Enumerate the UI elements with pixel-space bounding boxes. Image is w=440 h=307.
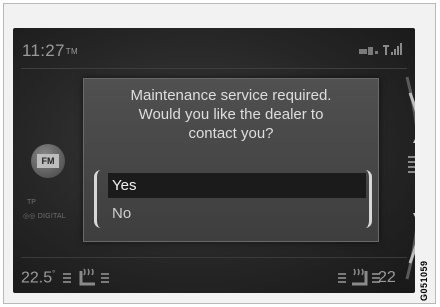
left-temp-value: 22.5	[21, 269, 53, 287]
maintenance-dialog: Maintenance service required. Would you …	[83, 78, 379, 242]
dialog-message-line-1: Maintenance service required.	[130, 87, 332, 104]
menu-icon[interactable]	[408, 156, 415, 176]
clock-display: 11:27TM	[22, 41, 78, 61]
right-temp-value: 22	[378, 269, 396, 286]
digital-label: DIGITAL	[37, 213, 66, 220]
status-divider	[21, 68, 407, 69]
radio-source-icon[interactable]: FM	[31, 144, 65, 178]
scroll-arc-indicator	[405, 76, 415, 280]
option-yes[interactable]: Yes	[108, 173, 366, 198]
climate-divider	[21, 257, 407, 258]
right-seat-heat-icon[interactable]	[338, 268, 382, 288]
clock-time: 11:27	[22, 41, 65, 60]
left-seat-heat-icon[interactable]	[61, 268, 111, 288]
right-temperature[interactable]: 22	[378, 269, 396, 287]
tp-indicator: TP	[27, 199, 36, 206]
digital-indicator: ◎◎ DIGITAL	[23, 212, 66, 220]
left-temperature[interactable]: 22.5°	[21, 269, 55, 287]
left-temp-degree: °	[52, 269, 56, 278]
figure-code: G051059	[419, 260, 429, 301]
dialog-message-line-3: contact you?	[188, 125, 274, 142]
infotainment-screen: 11:27TM FM TP ◎◎ DIGITAL 22.5° 22 Mainte…	[13, 28, 415, 293]
dialog-message-line-2: Would you like the dealer to	[138, 106, 324, 123]
clock-suffix: TM	[65, 47, 78, 57]
dialog-message: Maintenance service required. Would you …	[84, 86, 378, 143]
figure-frame: 11:27TM FM TP ◎◎ DIGITAL 22.5° 22 Mainte…	[3, 3, 436, 304]
dab-icon: ◎◎	[23, 213, 36, 220]
fm-label: FM	[37, 154, 59, 168]
option-no[interactable]: No	[108, 201, 366, 226]
phone-signal-icon	[359, 43, 402, 55]
